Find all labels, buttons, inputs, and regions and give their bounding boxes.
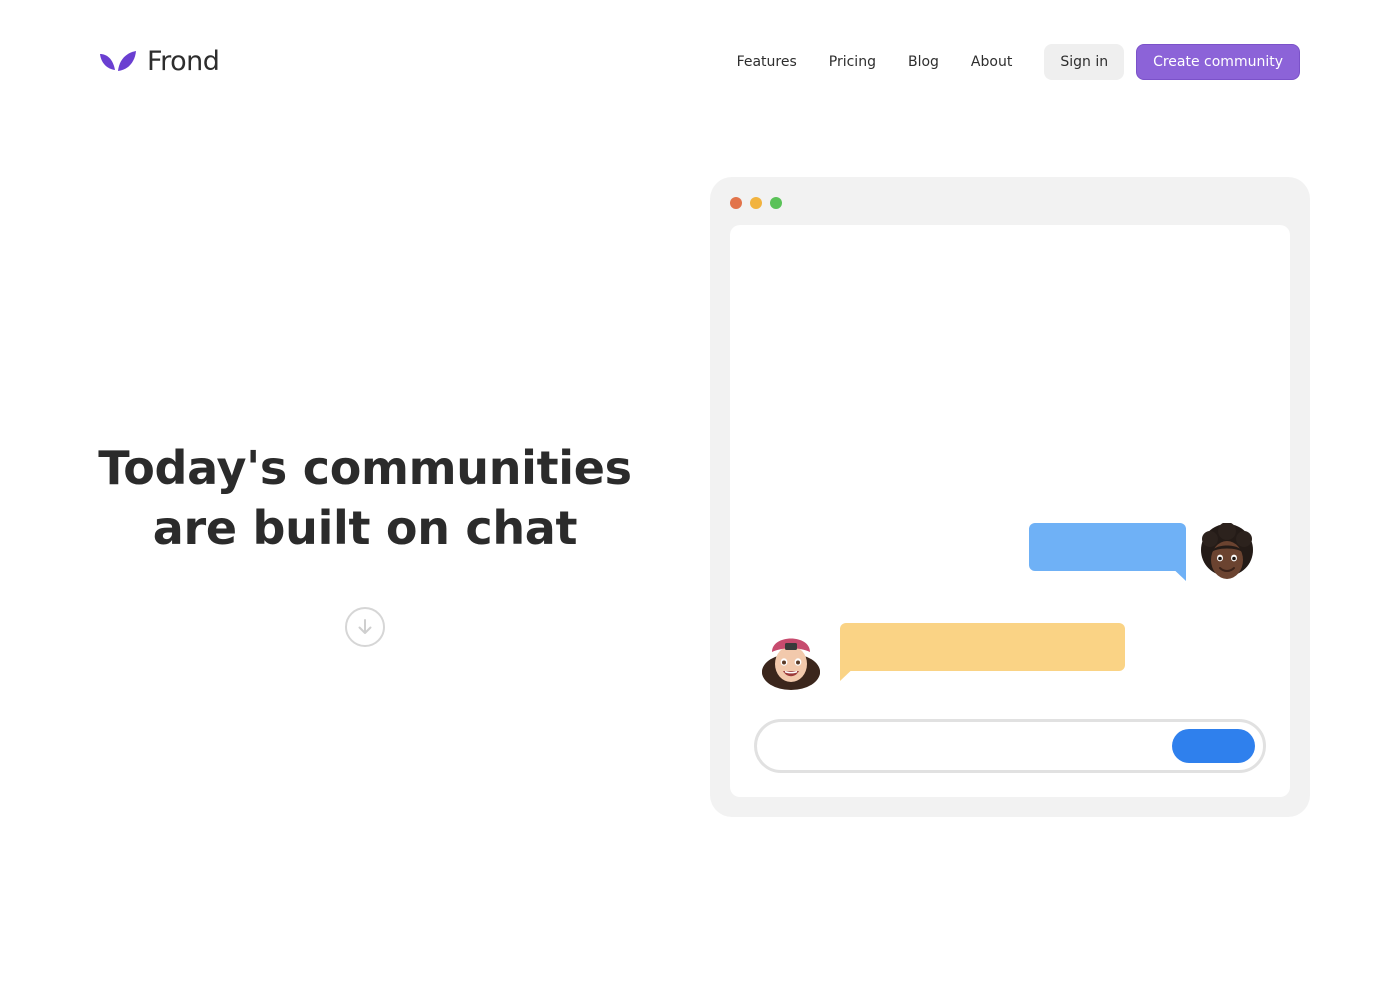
incoming-message-tail (840, 663, 859, 681)
hero-title-line-1: Today's communities (98, 441, 632, 495)
scroll-down-button[interactable] (345, 607, 385, 647)
outgoing-message-tail (1167, 563, 1186, 581)
chat-illustration-window (710, 177, 1310, 817)
nav-link-pricing[interactable]: Pricing (829, 54, 876, 70)
nav-link-features[interactable]: Features (737, 54, 797, 70)
brand-name: Frond (147, 45, 220, 77)
memoji-cap-avatar (762, 638, 820, 690)
main-nav: Features Pricing Blog About Sign in Crea… (737, 44, 1300, 80)
brand-logo[interactable]: Frond (99, 44, 220, 78)
window-dot-yellow (750, 197, 762, 209)
window-dot-green (770, 197, 782, 209)
send-button[interactable] (1172, 729, 1255, 763)
window-dot-red (730, 197, 742, 209)
outgoing-message-bubble (1029, 523, 1186, 571)
chat-window-body (730, 225, 1290, 797)
nav-link-blog[interactable]: Blog (908, 54, 939, 70)
nav-link-about[interactable]: About (971, 54, 1012, 70)
memoji-curly-hair-avatar (1201, 523, 1253, 579)
hero-title: Today's communities are built on chat (60, 438, 670, 558)
site-header: Frond Features Pricing Blog About Sign i… (0, 0, 1400, 124)
leaf-logo-icon (100, 51, 136, 71)
incoming-message-bubble (840, 623, 1125, 671)
message-input[interactable] (754, 719, 1266, 773)
create-community-button[interactable]: Create community (1136, 44, 1300, 80)
hero-title-line-2: are built on chat (152, 501, 578, 555)
sign-in-button[interactable]: Sign in (1044, 44, 1125, 80)
arrow-down-icon (358, 619, 372, 634)
